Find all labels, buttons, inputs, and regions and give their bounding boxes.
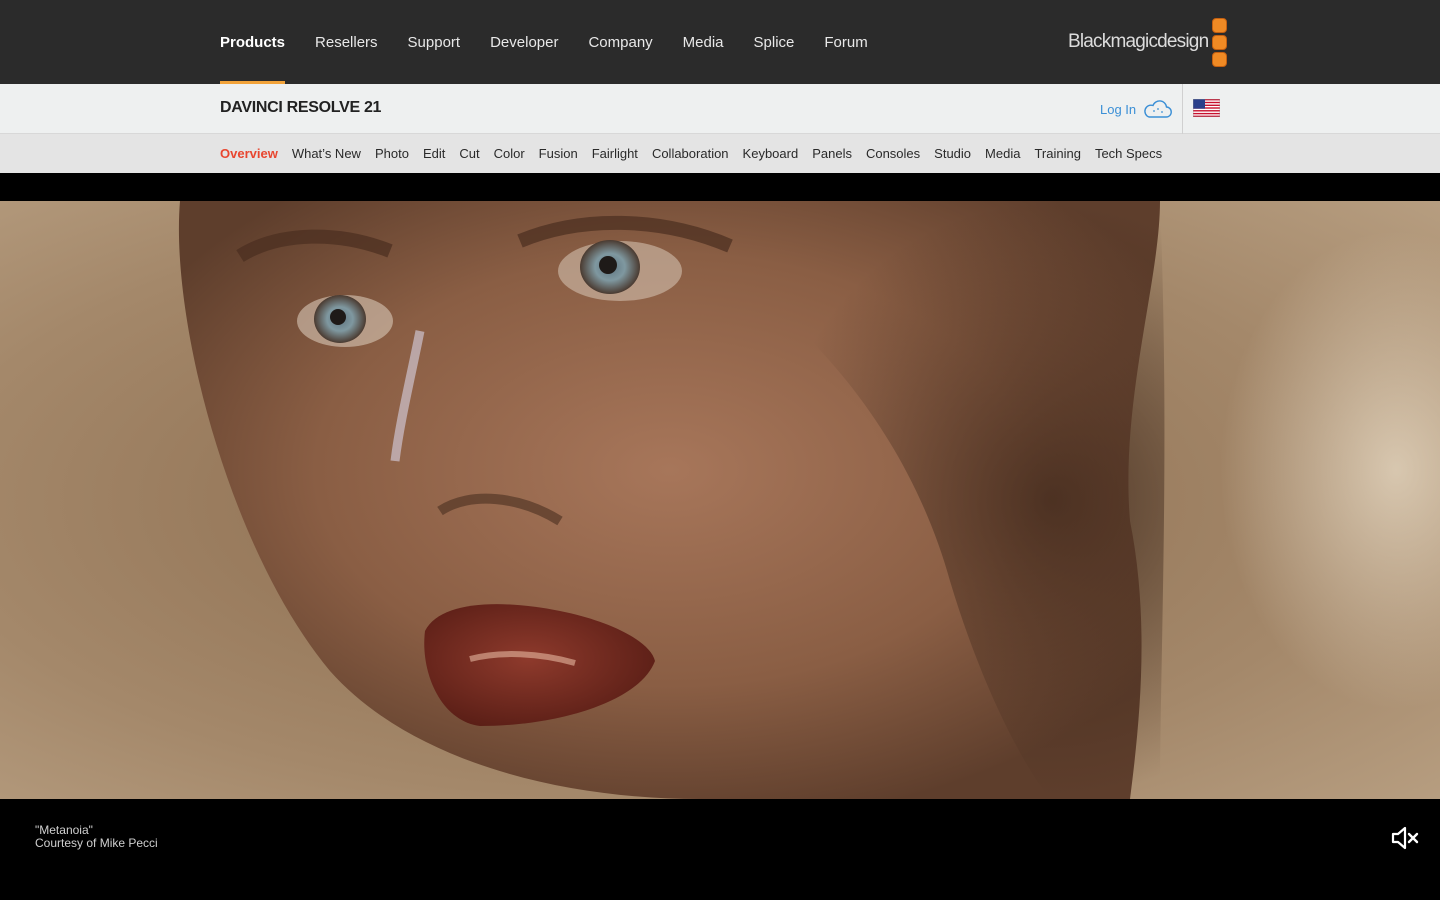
nav-support[interactable]: Support (408, 0, 461, 84)
subnav-edit[interactable]: Edit (423, 146, 445, 161)
mute-icon[interactable] (1390, 825, 1420, 851)
hero-video-frame (0, 201, 1440, 799)
main-nav-links: Products Resellers Support Developer Com… (220, 0, 898, 84)
nav-media[interactable]: Media (683, 0, 724, 84)
product-bar: DAVINCI RESOLVE 21 Log In (0, 84, 1440, 134)
product-subnav: Overview What’s New Photo Edit Cut Color… (0, 134, 1440, 173)
subnav-fusion[interactable]: Fusion (539, 146, 578, 161)
video-caption: "Metanoia" Courtesy of Mike Pecci (35, 824, 158, 850)
subnav-tech-specs[interactable]: Tech Specs (1095, 146, 1162, 161)
subnav-studio[interactable]: Studio (934, 146, 971, 161)
subnav-media[interactable]: Media (985, 146, 1020, 161)
blackmagic-logo[interactable]: Blackmagicdesign (1068, 16, 1228, 68)
us-flag-icon[interactable] (1193, 99, 1220, 117)
subnav-panels[interactable]: Panels (812, 146, 852, 161)
logo-squares-icon (1212, 17, 1228, 67)
subnav-cut[interactable]: Cut (459, 146, 479, 161)
nav-resellers[interactable]: Resellers (315, 0, 378, 84)
subnav-training[interactable]: Training (1034, 146, 1080, 161)
nav-splice[interactable]: Splice (754, 0, 795, 84)
subnav-fairlight[interactable]: Fairlight (592, 146, 638, 161)
hero-video: "Metanoia" Courtesy of Mike Pecci (0, 173, 1440, 900)
product-title: DAVINCI RESOLVE 21 (220, 99, 382, 116)
caption-credit: Courtesy of Mike Pecci (35, 836, 158, 850)
nav-company[interactable]: Company (588, 0, 652, 84)
cloud-icon (1144, 100, 1173, 118)
subnav-whats-new[interactable]: What’s New (292, 146, 361, 161)
top-navigation: Products Resellers Support Developer Com… (0, 0, 1440, 84)
productbar-divider (1182, 84, 1183, 134)
subnav-collaboration[interactable]: Collaboration (652, 146, 729, 161)
subnav-overview[interactable]: Overview (220, 146, 278, 161)
nav-products[interactable]: Products (220, 0, 286, 84)
nav-developer[interactable]: Developer (490, 0, 558, 84)
logo-text: Blackmagicdesign (1068, 31, 1209, 52)
nav-forum[interactable]: Forum (824, 0, 867, 84)
subnav-consoles[interactable]: Consoles (866, 146, 920, 161)
login-label: Log In (1100, 101, 1137, 117)
subnav-color[interactable]: Color (494, 146, 525, 161)
login-button[interactable]: Log In (1100, 96, 1173, 122)
subnav-keyboard[interactable]: Keyboard (743, 146, 799, 161)
subnav-photo[interactable]: Photo (375, 146, 409, 161)
subnav-items: Overview What’s New Photo Edit Cut Color… (220, 134, 1176, 173)
